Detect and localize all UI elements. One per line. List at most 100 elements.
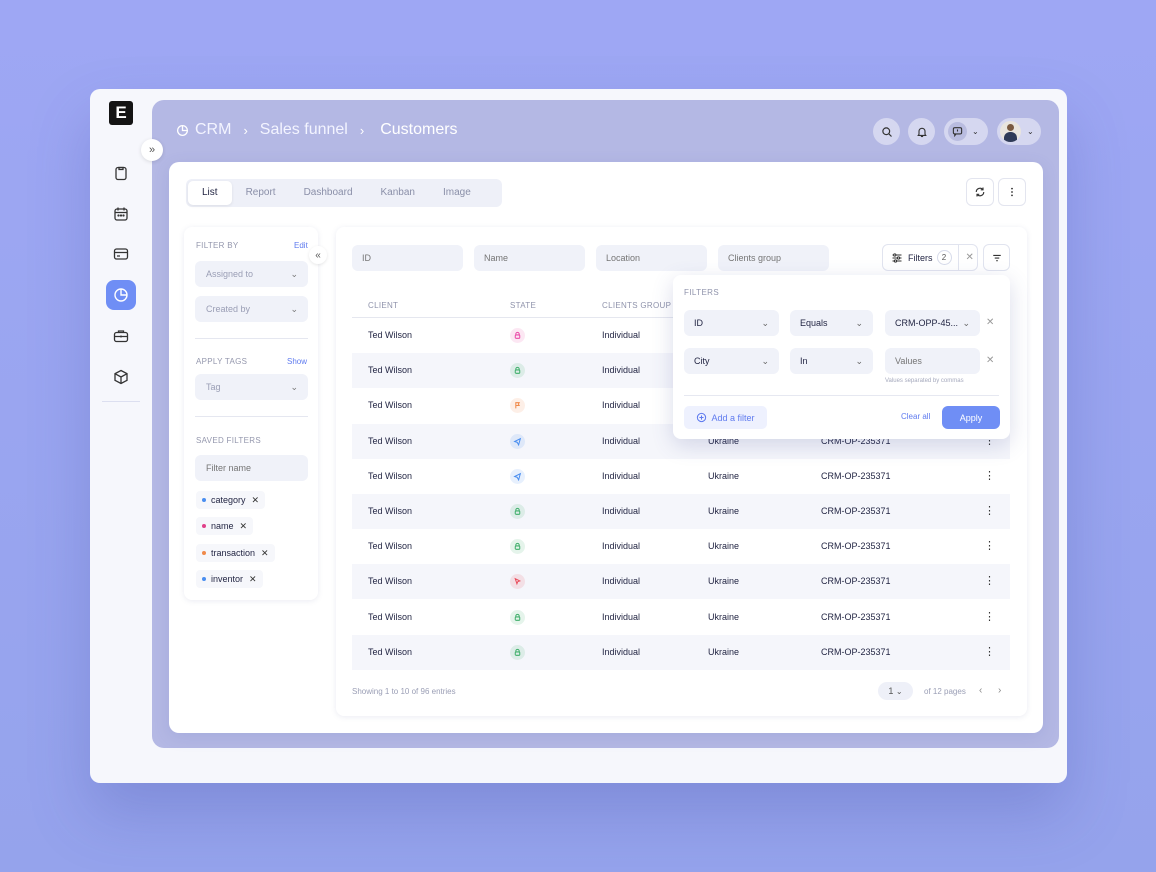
column-header-client[interactable]: CLIENT bbox=[368, 301, 398, 310]
filters-button[interactable]: Filters 2 ✕ bbox=[882, 244, 978, 271]
column-header-state[interactable]: STATE bbox=[510, 301, 536, 310]
remove-filter-icon[interactable]: ✕ bbox=[986, 317, 994, 328]
sidebar-item-clipboard[interactable] bbox=[106, 158, 136, 188]
location-search-input[interactable] bbox=[596, 245, 707, 271]
country-cell: Ukraine bbox=[708, 646, 740, 657]
saved-filter-chip[interactable]: transaction ✕ bbox=[196, 544, 275, 562]
assigned-to-select[interactable]: Assigned to ⌄ bbox=[195, 261, 308, 287]
state-lock-icon bbox=[510, 539, 525, 555]
cube-icon bbox=[114, 369, 128, 385]
name-search-input[interactable] bbox=[474, 245, 585, 271]
tag-select[interactable]: Tag ⌄ bbox=[195, 374, 308, 400]
client-cell: Ted Wilson bbox=[368, 576, 413, 587]
created-by-select[interactable]: Created by ⌄ bbox=[195, 296, 308, 322]
search-button[interactable] bbox=[873, 118, 900, 145]
clients-group-cell: Individual bbox=[602, 330, 641, 340]
clients-group-cell: Individual bbox=[602, 646, 641, 657]
saved-filter-chip[interactable]: name ✕ bbox=[196, 517, 254, 535]
sidebar-item-card[interactable] bbox=[106, 239, 136, 269]
refresh-button[interactable] bbox=[966, 178, 994, 206]
more-vertical-icon bbox=[1011, 187, 1013, 197]
table-row[interactable]: Ted Wilson Individual Ukraine CRM-OP-235371… bbox=[352, 564, 1010, 600]
id-cell: CRM-OP-235371 bbox=[821, 576, 891, 587]
avatar bbox=[1000, 121, 1021, 142]
filter-field-select[interactable]: ID ⌄ bbox=[684, 310, 779, 336]
chevron-down-icon: ⌄ bbox=[1027, 127, 1034, 136]
more-options-button[interactable] bbox=[998, 178, 1026, 206]
expand-sidebar-button[interactable]: » bbox=[141, 139, 163, 161]
filter-operator-select[interactable]: Equals ⌄ bbox=[790, 310, 873, 336]
row-more-icon[interactable]: ⋮ bbox=[984, 600, 995, 635]
row-more-icon[interactable]: ⋮ bbox=[984, 564, 995, 599]
filter-panel-divider bbox=[195, 338, 308, 339]
sidebar-item-calendar[interactable] bbox=[106, 199, 136, 229]
entries-info: Showing 1 to 10 of 96 entries bbox=[352, 687, 456, 696]
tab-list[interactable]: List bbox=[188, 181, 232, 205]
tab-image[interactable]: Image bbox=[429, 181, 485, 205]
remove-filter-icon[interactable]: ✕ bbox=[986, 355, 994, 366]
sidebar-item-briefcase[interactable] bbox=[106, 321, 136, 351]
column-header-clients-group[interactable]: CLIENTS GROUP bbox=[602, 301, 671, 310]
chevron-down-icon: ⌄ bbox=[761, 318, 769, 328]
breadcrumb-sales-funnel[interactable]: Sales funnel bbox=[260, 121, 348, 139]
chip-dot bbox=[202, 498, 206, 502]
table-row[interactable]: Ted Wilson Individual Ukraine CRM-OP-235371… bbox=[352, 494, 1010, 529]
next-page-button[interactable]: › bbox=[998, 685, 1001, 696]
page-select[interactable]: 1 ⌄ bbox=[878, 682, 913, 700]
collapse-filter-panel-button[interactable]: « bbox=[309, 246, 327, 264]
clients-group-search-input[interactable] bbox=[718, 245, 829, 271]
close-icon[interactable]: ✕ bbox=[249, 574, 257, 585]
table-row[interactable]: Ted Wilson Individual Ukraine CRM-OP-235371… bbox=[352, 634, 1010, 670]
filter-name-input[interactable] bbox=[195, 455, 308, 481]
table-row[interactable]: Ted Wilson Individual Ukraine CRM-OP-235371… bbox=[352, 459, 1010, 494]
apply-button[interactable]: Apply bbox=[942, 406, 1000, 429]
close-icon[interactable]: ✕ bbox=[240, 521, 248, 532]
messages-button[interactable]: ⌄ bbox=[944, 118, 988, 145]
sidebar-item-cube[interactable] bbox=[106, 362, 136, 392]
edit-link[interactable]: Edit bbox=[294, 241, 308, 250]
sidebar-item-reports[interactable] bbox=[106, 280, 136, 310]
row-more-icon[interactable]: ⋮ bbox=[984, 494, 995, 529]
filter-operator-value: Equals bbox=[800, 318, 828, 328]
search-icon bbox=[881, 126, 892, 137]
filter-value-select[interactable]: CRM-OPP-45... ⌄ bbox=[885, 310, 980, 336]
saved-filter-chip[interactable]: inventor ✕ bbox=[196, 570, 263, 588]
filter-operator-select[interactable]: In ⌄ bbox=[790, 348, 873, 374]
table-row[interactable]: Ted Wilson Individual Ukraine CRM-OP-235371… bbox=[352, 529, 1010, 564]
notifications-button[interactable] bbox=[908, 118, 935, 145]
state-send-icon bbox=[510, 433, 525, 449]
clients-group-cell: Individual bbox=[602, 365, 641, 376]
state-send-icon bbox=[510, 468, 525, 484]
close-icon[interactable]: ✕ bbox=[252, 495, 260, 506]
row-more-icon[interactable]: ⋮ bbox=[984, 529, 995, 564]
show-link[interactable]: Show bbox=[287, 357, 307, 366]
client-cell: Ted Wilson bbox=[368, 400, 413, 411]
close-icon[interactable]: ✕ bbox=[261, 548, 269, 559]
row-more-icon[interactable]: ⋮ bbox=[984, 459, 995, 494]
filter-operator-value: In bbox=[800, 356, 808, 366]
sort-button[interactable] bbox=[983, 244, 1010, 271]
app-logo[interactable]: E bbox=[109, 101, 133, 125]
client-cell: Ted Wilson bbox=[368, 506, 413, 516]
filter-values-input[interactable] bbox=[885, 348, 980, 374]
table-row[interactable]: Ted Wilson Individual Ukraine CRM-OP-235371… bbox=[352, 600, 1010, 635]
client-cell: Ted Wilson bbox=[368, 611, 413, 622]
user-menu-button[interactable]: ⌄ bbox=[997, 118, 1041, 145]
tab-dashboard[interactable]: Dashboard bbox=[290, 181, 367, 205]
close-icon[interactable]: ✕ bbox=[966, 252, 974, 263]
tab-report[interactable]: Report bbox=[232, 181, 290, 205]
clear-all-button[interactable]: Clear all bbox=[901, 412, 930, 421]
id-search-input[interactable] bbox=[352, 245, 463, 271]
add-filter-button[interactable]: Add a filter bbox=[684, 406, 767, 429]
prev-page-button[interactable]: ‹ bbox=[979, 685, 982, 696]
breadcrumb-crm[interactable]: CRM bbox=[195, 121, 231, 139]
filter-value: CRM-OPP-45... bbox=[895, 318, 959, 328]
sort-icon bbox=[992, 254, 1001, 261]
chevron-down-icon: ⌄ bbox=[962, 318, 970, 328]
saved-filter-chip[interactable]: category ✕ bbox=[196, 491, 266, 509]
tab-kanban[interactable]: Kanban bbox=[367, 181, 429, 205]
filter-field-select[interactable]: City ⌄ bbox=[684, 348, 779, 374]
breadcrumb-current: Customers bbox=[380, 121, 458, 138]
row-more-icon[interactable]: ⋮ bbox=[984, 635, 995, 670]
chevron-down-icon: ⌄ bbox=[895, 687, 903, 696]
